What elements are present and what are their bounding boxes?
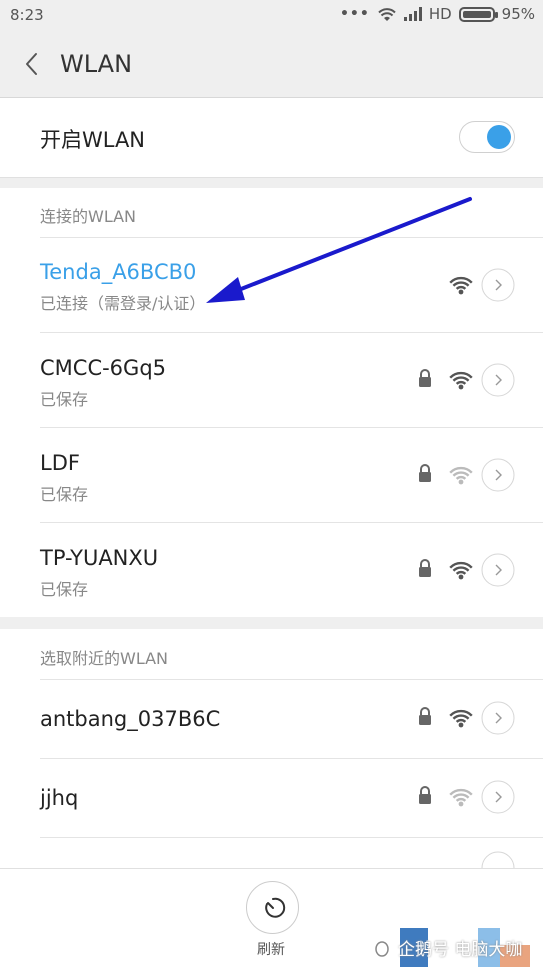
refresh-button[interactable] — [246, 881, 299, 934]
network-name: LDF — [40, 451, 80, 475]
battery-icon — [458, 6, 498, 22]
network-row-ldf[interactable]: LDF 已保存 — [0, 427, 543, 522]
notification-dots: ••• — [339, 6, 370, 22]
status-time: 8:23 — [10, 6, 44, 24]
network-status: 已保存 — [40, 580, 89, 599]
network-status: 已保存 — [40, 485, 89, 504]
watermark-text: 企鹅号 电脑大咖 — [398, 940, 523, 960]
network-name: TP-YUANXU — [40, 546, 159, 570]
network-status: 已连接（需登录/认证） — [40, 294, 206, 313]
back-icon[interactable] — [20, 50, 44, 78]
network-row-jjhq[interactable]: jjhq — [0, 758, 543, 837]
network-status: 已保存 — [40, 390, 89, 409]
nearby-section-header: 选取附近的WLAN — [0, 629, 543, 679]
status-bar: 8:23 ••• HD 95% — [0, 0, 543, 30]
penguin-logo-icon — [375, 941, 389, 957]
refresh-icon — [265, 897, 286, 918]
connected-section-heading: 连接的WLAN — [40, 207, 137, 226]
network-row-antbang[interactable]: antbang_037B6C — [0, 679, 543, 758]
network-row-tp-yuanxu[interactable]: TP-YUANXU 已保存 — [0, 522, 543, 617]
toggle-knob — [487, 125, 511, 149]
network-row-tenda[interactable]: Tenda_A6BCB0 已连接（需登录/认证） — [0, 237, 543, 332]
refresh-label: 刷新 — [257, 942, 285, 958]
connected-section-header: 连接的WLAN — [0, 188, 543, 237]
network-name: jjhq — [40, 786, 79, 810]
wifi-status-icon — [378, 7, 396, 21]
network-name: Tenda_A6BCB0 — [40, 260, 197, 284]
network-type: HD — [428, 5, 452, 23]
battery-percent: 95% — [501, 5, 535, 23]
nearby-section-heading: 选取附近的WLAN — [40, 649, 169, 668]
network-row-cmcc[interactable]: CMCC-6Gq5 已保存 — [0, 332, 543, 427]
page-title: WLAN — [60, 50, 133, 78]
network-row-partial[interactable] — [0, 837, 543, 868]
section-gap — [0, 617, 543, 629]
network-name: antbang_037B6C — [40, 707, 221, 731]
wlan-toggle-label: 开启WLAN — [40, 128, 146, 152]
app-header: WLAN — [0, 30, 543, 98]
network-name: CMCC-6Gq5 — [40, 356, 167, 380]
signal-icon — [403, 7, 422, 21]
